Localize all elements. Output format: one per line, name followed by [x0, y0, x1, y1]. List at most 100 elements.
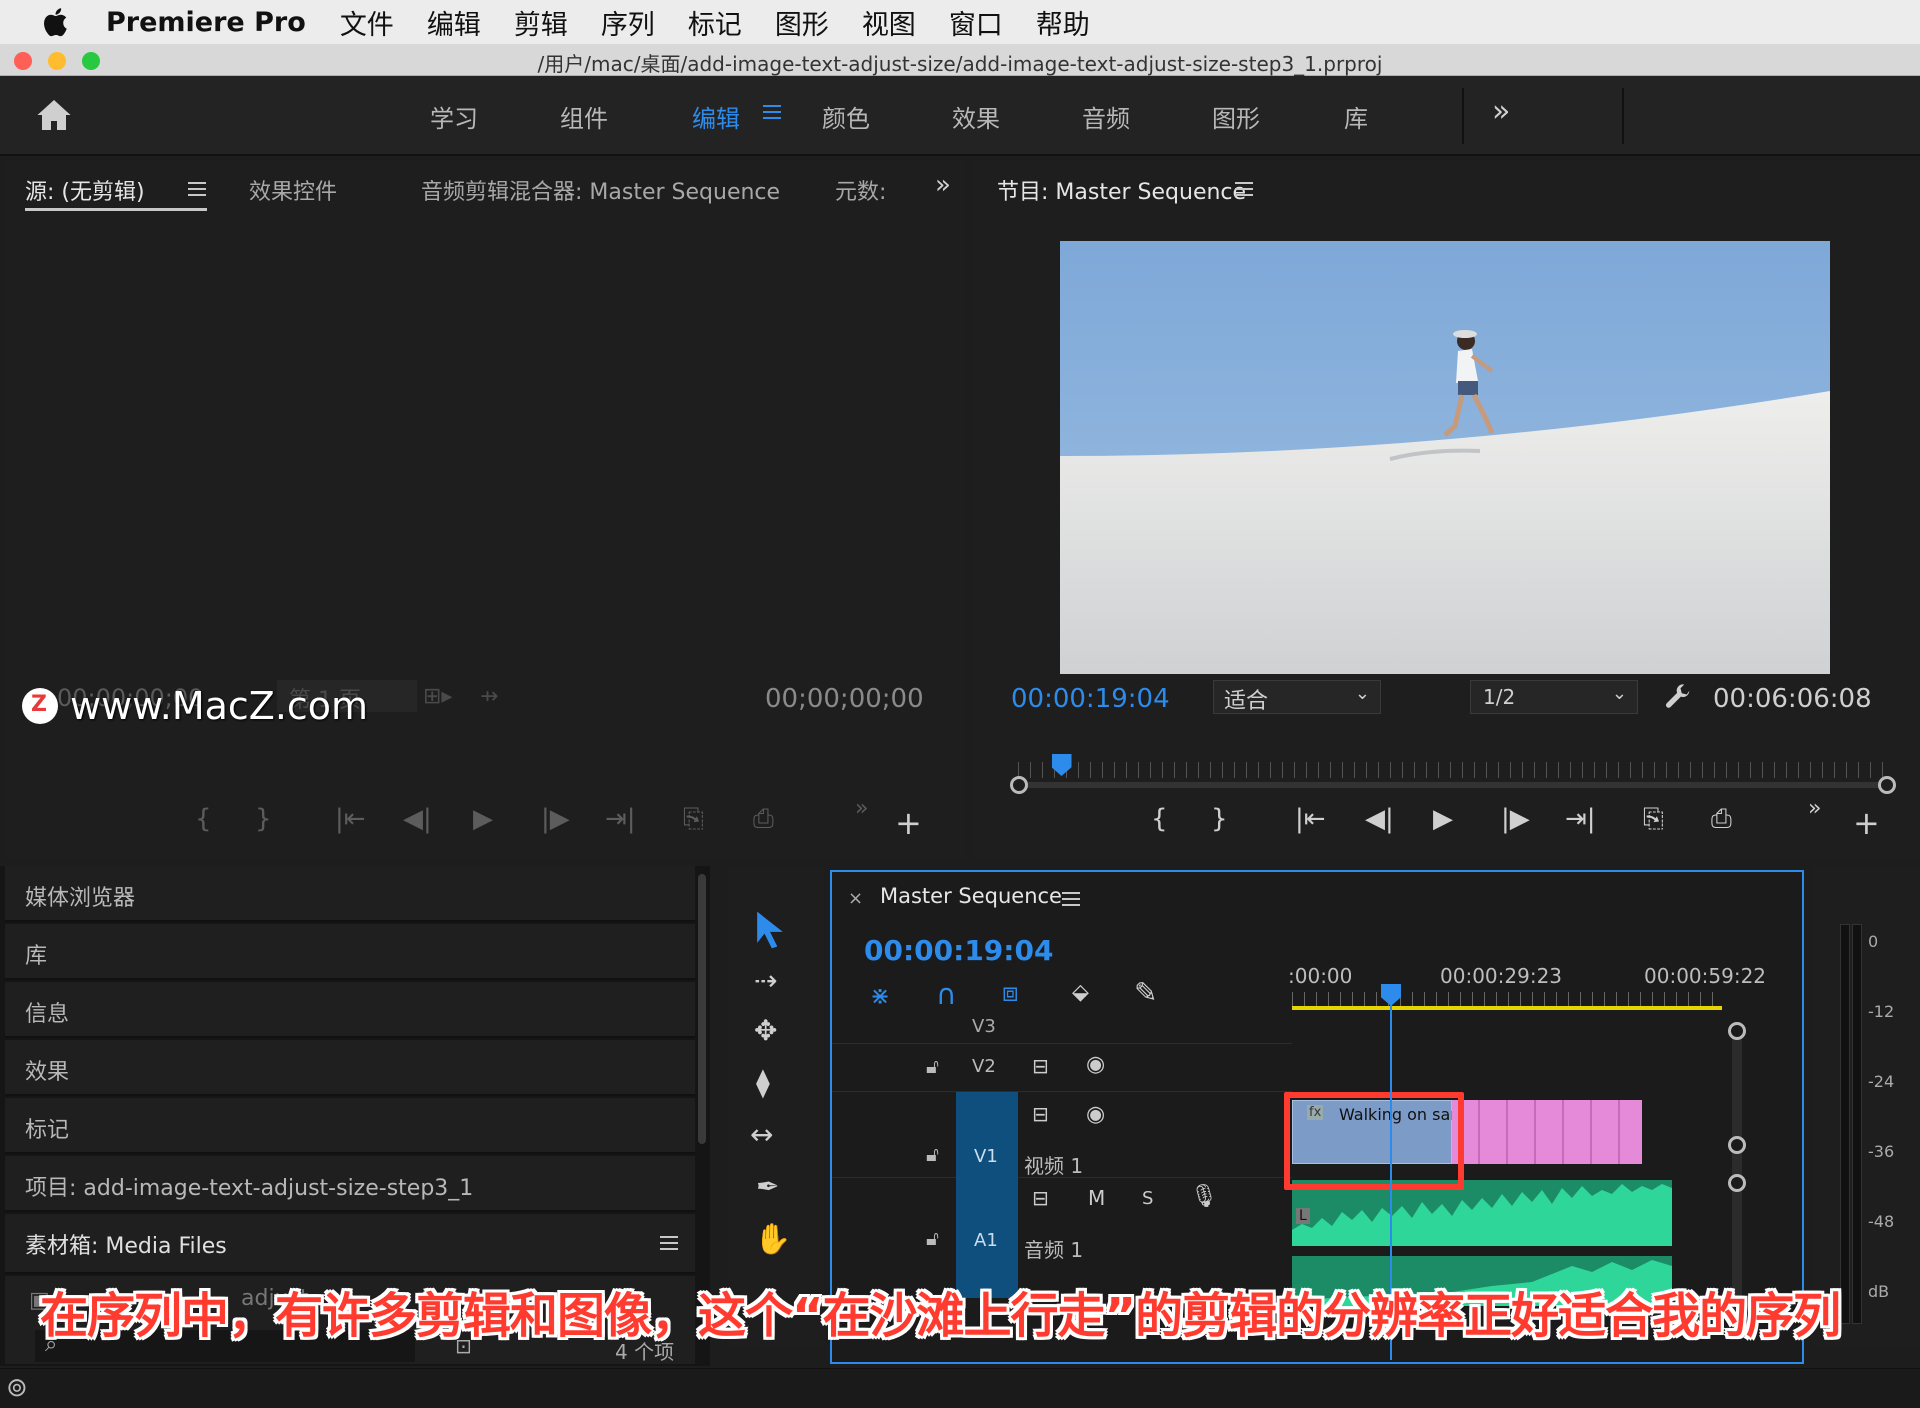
work-area-bar[interactable] — [1292, 1006, 1722, 1010]
lock-icon[interactable]: 🔓︎ — [926, 1054, 939, 1078]
microphone-icon[interactable]: 🎙︎ — [1190, 1184, 1218, 1209]
timeline-timecode[interactable]: 00:00:19:04 — [864, 934, 1053, 967]
lock-icon[interactable]: 🔓︎ — [926, 1142, 939, 1166]
more-controls-icon[interactable]: » — [855, 796, 868, 821]
hand-tool-icon[interactable]: ✋ — [754, 1222, 791, 1257]
apple-icon[interactable] — [40, 5, 74, 39]
eye-icon[interactable]: ◉ — [1086, 1102, 1105, 1127]
panel-menu-icon[interactable] — [1062, 892, 1080, 906]
insert-button[interactable]: ⎘ — [683, 804, 704, 835]
tab-source[interactable]: 源: (无剪辑) — [25, 174, 145, 206]
scroll-handle-audio[interactable] — [1728, 1174, 1746, 1192]
panel-libraries[interactable]: 库 — [5, 924, 695, 980]
zoom-level-dropdown[interactable]: 适合 ⌄ — [1213, 680, 1381, 714]
clip-images-group[interactable] — [1452, 1100, 1642, 1164]
resolution-dropdown[interactable]: 1/2 ⌄ — [1470, 680, 1638, 714]
track-select-tool-icon[interactable]: ⇢ — [754, 964, 777, 997]
mark-in-button[interactable]: { — [1151, 804, 1168, 834]
workspace-assembly[interactable]: 组件 — [560, 99, 608, 134]
wrench-icon[interactable] — [1663, 682, 1693, 712]
workspace-effects[interactable]: 效果 — [952, 99, 1000, 134]
workspace-editing[interactable]: 编辑 — [692, 99, 740, 134]
menu-view[interactable]: 视图 — [862, 3, 916, 42]
program-title[interactable]: 节目: Master Sequence — [997, 174, 1246, 206]
solo-button[interactable]: S — [1142, 1188, 1153, 1209]
close-icon[interactable]: × — [848, 888, 863, 909]
play-button[interactable]: ▶ — [1433, 804, 1453, 834]
timeline-settings-icon[interactable]: ✎ — [1134, 976, 1157, 1009]
sync-lock-icon[interactable]: ⊟ — [1032, 1186, 1049, 1210]
scroll-handle-mid[interactable] — [1728, 1136, 1746, 1154]
menu-file[interactable]: 文件 — [340, 3, 394, 42]
tab-audio-clip-mixer[interactable]: 音频剪辑混合器: Master Sequence — [421, 174, 780, 206]
panel-media-browser[interactable]: 媒体浏览器 — [5, 866, 695, 922]
program-video-frame[interactable] — [1060, 241, 1830, 674]
add-button-icon[interactable]: + — [895, 804, 922, 842]
step-back-button[interactable]: ◀| — [1365, 804, 1394, 834]
insert-clip-icon[interactable]: ⊞▸ — [423, 684, 452, 709]
sync-lock-icon[interactable]: ⊟ — [1032, 1054, 1049, 1078]
nest-toggle-icon[interactable]: ⋇ — [870, 982, 890, 1010]
scroll-handle-top[interactable] — [1728, 1022, 1746, 1040]
mark-out-button[interactable]: } — [1211, 804, 1228, 834]
menu-sequence[interactable]: 序列 — [601, 3, 655, 42]
sequence-tab[interactable]: Master Sequence — [880, 884, 1062, 908]
go-to-in-button[interactable]: |⇤ — [1295, 804, 1326, 834]
zoom-handle-right[interactable] — [1878, 776, 1896, 794]
menu-window[interactable]: 窗口 — [949, 3, 1003, 42]
workspace-graphics[interactable]: 图形 — [1212, 99, 1260, 134]
app-menu[interactable]: Premiere Pro — [106, 7, 306, 38]
mark-in-button[interactable]: { — [195, 804, 212, 834]
pen-tool-icon[interactable]: ✒ — [756, 1170, 779, 1203]
menu-markers[interactable]: 标记 — [688, 3, 742, 42]
drag-audio-icon[interactable]: ⇸ — [480, 684, 498, 709]
menu-graphics[interactable]: 图形 — [775, 3, 829, 42]
panel-effects[interactable]: 效果 — [5, 1040, 695, 1096]
mark-out-button[interactable]: } — [255, 804, 272, 834]
panel-scrollbar[interactable] — [698, 874, 706, 1144]
zoom-scrollbar[interactable] — [1018, 782, 1888, 788]
lift-button[interactable]: ⎘ — [1643, 804, 1664, 835]
more-tabs-icon[interactable]: » — [935, 170, 951, 200]
lock-icon[interactable]: 🔓︎ — [926, 1226, 939, 1250]
panel-project[interactable]: 项目: add-image-text-adjust-size-step3_1 — [5, 1156, 695, 1212]
razor-tool-icon[interactable]: ⧫ — [756, 1066, 770, 1099]
linked-selection-icon[interactable]: ⧈ — [1002, 978, 1019, 1009]
eye-icon[interactable]: ◉ — [1086, 1052, 1105, 1077]
menu-clip[interactable]: 剪辑 — [514, 3, 568, 42]
workspace-libraries[interactable]: 库 — [1344, 99, 1368, 134]
workspace-menu-icon[interactable] — [763, 105, 781, 119]
timeline-ruler[interactable] — [1292, 992, 1722, 1006]
menu-help[interactable]: 帮助 — [1036, 3, 1090, 42]
go-to-out-button[interactable]: ⇥| — [605, 804, 636, 834]
panel-bin[interactable]: 素材箱: Media Files — [5, 1214, 695, 1274]
play-button[interactable]: ▶ — [473, 804, 493, 834]
creative-cloud-icon[interactable]: ⊚ — [6, 1373, 28, 1403]
tab-effect-controls[interactable]: 效果控件 — [249, 174, 337, 206]
step-forward-button[interactable]: |▶ — [541, 804, 570, 834]
add-button-icon[interactable]: + — [1853, 804, 1880, 842]
workspace-learn[interactable]: 学习 — [430, 99, 478, 134]
zoom-handle-left[interactable] — [1010, 776, 1028, 794]
overwrite-button[interactable]: ⎙ — [753, 804, 774, 835]
panel-menu-icon[interactable] — [660, 1236, 678, 1250]
more-workspaces-icon[interactable]: » — [1492, 94, 1510, 129]
step-back-button[interactable]: ◀| — [403, 804, 432, 834]
step-forward-button[interactable]: |▶ — [1501, 804, 1530, 834]
workspace-color[interactable]: 颜色 — [822, 99, 870, 134]
add-marker-icon[interactable]: ⬙ — [1072, 980, 1089, 1005]
more-controls-icon[interactable]: » — [1808, 796, 1821, 821]
program-time-ruler[interactable] — [1010, 738, 1896, 794]
panel-menu-icon[interactable] — [188, 182, 206, 196]
program-playhead-timecode[interactable]: 00:00:19:04 — [1011, 684, 1170, 714]
v1-target-button[interactable]: V1 — [956, 1092, 1018, 1178]
home-icon[interactable] — [36, 98, 72, 132]
panel-markers[interactable]: 标记 — [5, 1098, 695, 1154]
snap-magnet-icon[interactable]: ∩ — [936, 978, 957, 1011]
mute-button[interactable]: M — [1088, 1186, 1105, 1210]
slip-tool-icon[interactable]: ↔ — [750, 1118, 773, 1151]
panel-menu-icon[interactable] — [1235, 182, 1253, 196]
selection-tool-icon[interactable] — [748, 908, 792, 952]
panel-info[interactable]: 信息 — [5, 982, 695, 1038]
go-to-in-button[interactable]: |⇤ — [335, 804, 366, 834]
